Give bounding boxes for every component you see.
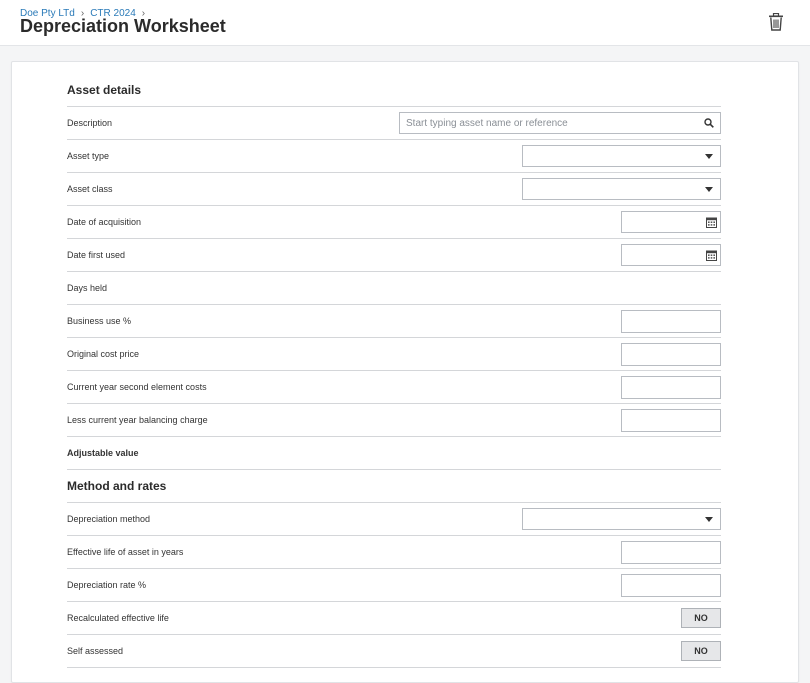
adjustable-value-label: Adjustable value [67, 448, 139, 458]
depreciation-method-label: Depreciation method [67, 514, 151, 524]
worksheet-card: Asset details Description Start typing a… [11, 61, 799, 683]
business-use-input[interactable] [621, 309, 721, 333]
row-business-use: Business use % [67, 305, 721, 338]
description-placeholder: Start typing asset name or reference [406, 117, 568, 129]
original-cost-input[interactable] [621, 342, 721, 366]
row-second-element: Current year second element costs [67, 371, 721, 404]
calendar-icon[interactable] [706, 250, 717, 261]
description-search-input[interactable]: Start typing asset name or reference [399, 112, 721, 134]
depreciation-method-select[interactable] [522, 508, 721, 530]
second-element-input[interactable] [621, 375, 721, 399]
self-assessed-label: Self assessed [67, 646, 124, 656]
depreciation-rate-input[interactable] [621, 573, 721, 597]
section-method-rates: Method and rates [67, 470, 721, 503]
row-description: Description Start typing asset name or r… [67, 107, 721, 140]
row-asset-type: Asset type [67, 140, 721, 173]
row-effective-life: Effective life of asset in years [67, 536, 721, 569]
description-label: Description [67, 118, 113, 128]
asset-class-label: Asset class [67, 184, 113, 194]
chevron-down-icon [705, 186, 713, 192]
business-use-label: Business use % [67, 316, 132, 326]
date-first-used-label: Date first used [67, 250, 126, 260]
effective-life-label: Effective life of asset in years [67, 547, 184, 557]
balancing-charge-label: Less current year balancing charge [67, 415, 208, 425]
section-asset-details: Asset details [67, 74, 721, 107]
recalculated-life-toggle[interactable]: NO [681, 608, 721, 628]
row-adjustable-value: Adjustable value [67, 437, 721, 470]
days-held-label: Days held [67, 283, 108, 293]
row-depreciation-rate: Depreciation rate % [67, 569, 721, 602]
chevron-down-icon [705, 516, 713, 522]
trash-icon[interactable] [768, 13, 784, 31]
row-balancing-charge: Less current year balancing charge [67, 404, 721, 437]
row-date-first-used: Date first used [67, 239, 721, 272]
effective-life-input[interactable] [621, 540, 721, 564]
date-acquisition-input[interactable] [621, 211, 721, 233]
asset-type-label: Asset type [67, 151, 110, 161]
row-depreciation-method: Depreciation method [67, 503, 721, 536]
chevron-down-icon [705, 153, 713, 159]
row-asset-class: Asset class [67, 173, 721, 206]
asset-type-select[interactable] [522, 145, 721, 167]
original-cost-label: Original cost price [67, 349, 140, 359]
asset-class-select[interactable] [522, 178, 721, 200]
row-days-held: Days held [67, 272, 721, 305]
depreciation-rate-label: Depreciation rate % [67, 580, 147, 590]
self-assessed-toggle[interactable]: NO [681, 641, 721, 661]
second-element-label: Current year second element costs [67, 382, 207, 392]
calendar-icon[interactable] [706, 217, 717, 228]
row-original-cost: Original cost price [67, 338, 721, 371]
balancing-charge-input[interactable] [621, 408, 721, 432]
row-self-assessed: Self assessed NO [67, 635, 721, 668]
depreciation-form: Asset details Description Start typing a… [67, 74, 721, 668]
page-title: Depreciation Worksheet [20, 16, 226, 36]
date-acquisition-label: Date of acquisition [67, 217, 142, 227]
search-icon [704, 118, 714, 128]
recalculated-life-label: Recalculated effective life [67, 613, 169, 623]
top-bar: Doe Pty LTd › CTR 2024 › Depreciation Works… [0, 0, 810, 46]
row-recalculated-life: Recalculated effective life NO [67, 602, 721, 635]
row-date-acquisition: Date of acquisition [67, 206, 721, 239]
date-first-used-input[interactable] [621, 244, 721, 266]
